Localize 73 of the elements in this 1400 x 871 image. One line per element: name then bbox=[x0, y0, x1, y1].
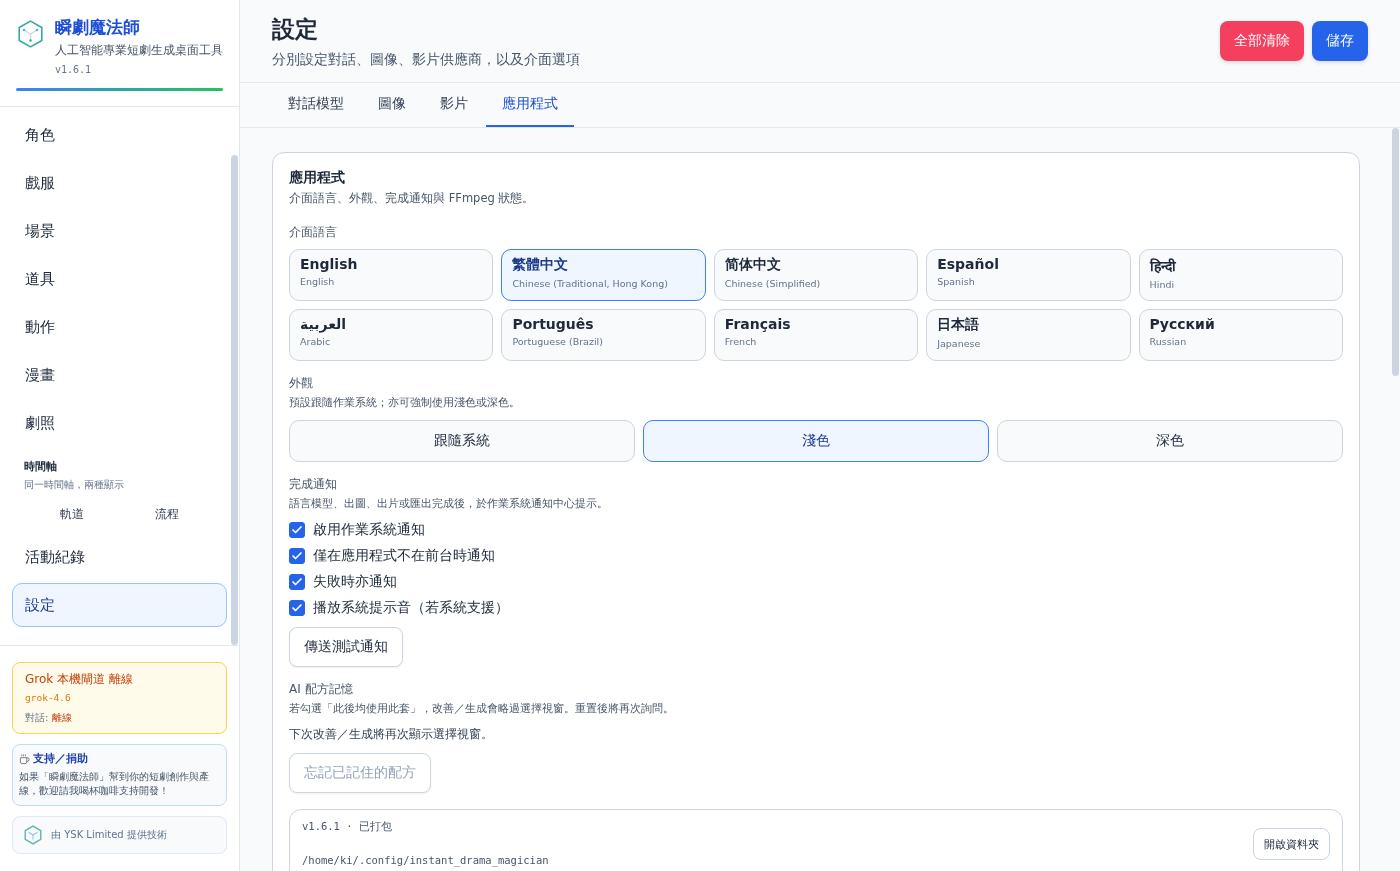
checkbox[interactable] bbox=[289, 600, 305, 616]
support-text: 如果「瞬劇魔法師」幫到你的短劇創作與產線，歡迎請我喝杯咖啡支持開發！ bbox=[19, 770, 210, 798]
app-version: v1.6.1 bbox=[55, 64, 93, 75]
checkbox[interactable] bbox=[289, 522, 305, 538]
language-option[interactable]: 繁體中文 Chinese (Traditional, Hong Kong) bbox=[501, 249, 706, 301]
checkbox-label: 失敗時亦通知 bbox=[313, 573, 397, 591]
language-option[interactable]: हिन्दी Hindi bbox=[1138, 249, 1343, 301]
page-subtitle: 分別設定對話、圖像、影片供應商，以及介面選項 bbox=[272, 50, 580, 69]
nav-item[interactable]: 活動紀錄 bbox=[12, 535, 227, 579]
support-card[interactable]: 支持／捐助 如果「瞬劇魔法師」幫到你的短劇創作與產線，歡迎請我喝杯咖啡支持開發！ bbox=[12, 744, 227, 806]
checkmark-icon bbox=[291, 602, 303, 614]
nav-item[interactable]: 角色 bbox=[12, 113, 227, 157]
theme-option[interactable]: 淺色 bbox=[643, 420, 989, 462]
language-option[interactable]: English English bbox=[289, 249, 494, 301]
nav-item[interactable]: 設定 bbox=[12, 583, 227, 627]
checkbox-label: 僅在應用程式不在前台時通知 bbox=[313, 547, 495, 565]
nav-subitem[interactable]: 流程 bbox=[119, 502, 215, 527]
nav-item[interactable]: 動作 bbox=[12, 305, 227, 349]
checkmark-icon bbox=[291, 576, 303, 588]
section-subtitle: 介面語言、外觀、完成通知與 FFmpeg 狀態。 bbox=[289, 191, 536, 206]
field-hint: 語言模型、出圖、出片或匯出完成後，於作業系統通知中心提示。 bbox=[289, 497, 609, 511]
scrollbar[interactable] bbox=[1392, 128, 1399, 376]
coffee-icon bbox=[19, 753, 30, 765]
app-name: 瞬劇魔法師 bbox=[55, 16, 141, 39]
field-hint: 若勾選「此後均使用此套」，改善／生成會略過選擇視窗。重置後將再次詢問。 bbox=[289, 702, 675, 716]
config-path: /home/ki/.config/instant_drama_magician bbox=[302, 854, 549, 866]
save-button[interactable]: 儲存 bbox=[1312, 21, 1368, 61]
nav-item[interactable]: 戲服 bbox=[12, 161, 227, 205]
status-line: 對話: 離線 bbox=[25, 711, 73, 725]
nav-item[interactable]: 劇照 bbox=[12, 401, 227, 445]
status-text: 下次改善／生成將再次顯示選擇視窗。 bbox=[289, 726, 494, 743]
nav-item[interactable]: 道具 bbox=[12, 257, 227, 301]
field-hint: 預設跟隨作業系統；亦可強制使用淺色或深色。 bbox=[289, 396, 521, 410]
checkbox[interactable] bbox=[289, 574, 305, 590]
theme-option[interactable]: 跟隨系統 bbox=[289, 420, 635, 462]
language-option[interactable]: Русский Russian bbox=[1138, 309, 1343, 361]
nav-group-subtitle: 同一時間軸，兩種顯示 bbox=[24, 478, 125, 492]
checkmark-icon bbox=[291, 524, 303, 536]
field-label: 完成通知 bbox=[289, 476, 338, 493]
page-title: 設定 bbox=[272, 14, 319, 44]
tab[interactable]: 對話模型 bbox=[272, 83, 360, 127]
checkbox-label: 播放系統提示音（若系統支援） bbox=[313, 599, 509, 617]
hexagon-logo-icon bbox=[23, 825, 43, 845]
credit-text: 由 YSK Limited 提供技術 bbox=[51, 828, 167, 842]
field-label: AI 配方記憶 bbox=[289, 681, 354, 698]
section-title: 應用程式 bbox=[289, 169, 346, 187]
field-label: 外觀 bbox=[289, 375, 314, 392]
model-name: grok-4.6 bbox=[25, 692, 72, 703]
nav-subitem[interactable]: 軌道 bbox=[24, 502, 120, 527]
checkbox-label: 啟用作業系統通知 bbox=[313, 521, 425, 539]
clear-all-button[interactable]: 全部清除 bbox=[1220, 21, 1304, 61]
language-option[interactable]: 简体中文 Chinese (Simplified) bbox=[713, 249, 919, 301]
theme-option[interactable]: 深色 bbox=[997, 420, 1343, 462]
language-option[interactable]: Français French bbox=[713, 309, 919, 361]
nav-item[interactable]: 場景 bbox=[12, 209, 227, 253]
checkbox[interactable] bbox=[289, 548, 305, 564]
support-title: 支持／捐助 bbox=[33, 752, 88, 766]
scrollbar[interactable] bbox=[231, 155, 238, 645]
checkmark-icon bbox=[291, 550, 303, 562]
field-label: 介面語言 bbox=[289, 224, 338, 241]
tab[interactable]: 應用程式 bbox=[486, 83, 574, 127]
open-folder-button[interactable]: 開啟資料夾 bbox=[1253, 828, 1330, 860]
app-tagline: 人工智能專業短劇生成桌面工具 bbox=[55, 43, 223, 58]
build-version: v1.6.1 · 已打包 bbox=[302, 820, 393, 834]
nav-item[interactable]: 漫畫 bbox=[12, 353, 227, 397]
tab[interactable]: 影片 bbox=[424, 83, 484, 127]
status-title: Grok 本機閘道 離線 bbox=[25, 671, 134, 688]
language-option[interactable]: Português Portuguese (Brazil) bbox=[501, 309, 706, 361]
nav-group-title: 時間軸 bbox=[24, 459, 58, 474]
language-option[interactable]: Español Spanish bbox=[926, 249, 1131, 301]
tab[interactable]: 圖像 bbox=[362, 83, 422, 127]
test-notification-button[interactable]: 傳送測試通知 bbox=[289, 627, 403, 667]
language-option[interactable]: 日本語 Japanese bbox=[926, 309, 1131, 361]
